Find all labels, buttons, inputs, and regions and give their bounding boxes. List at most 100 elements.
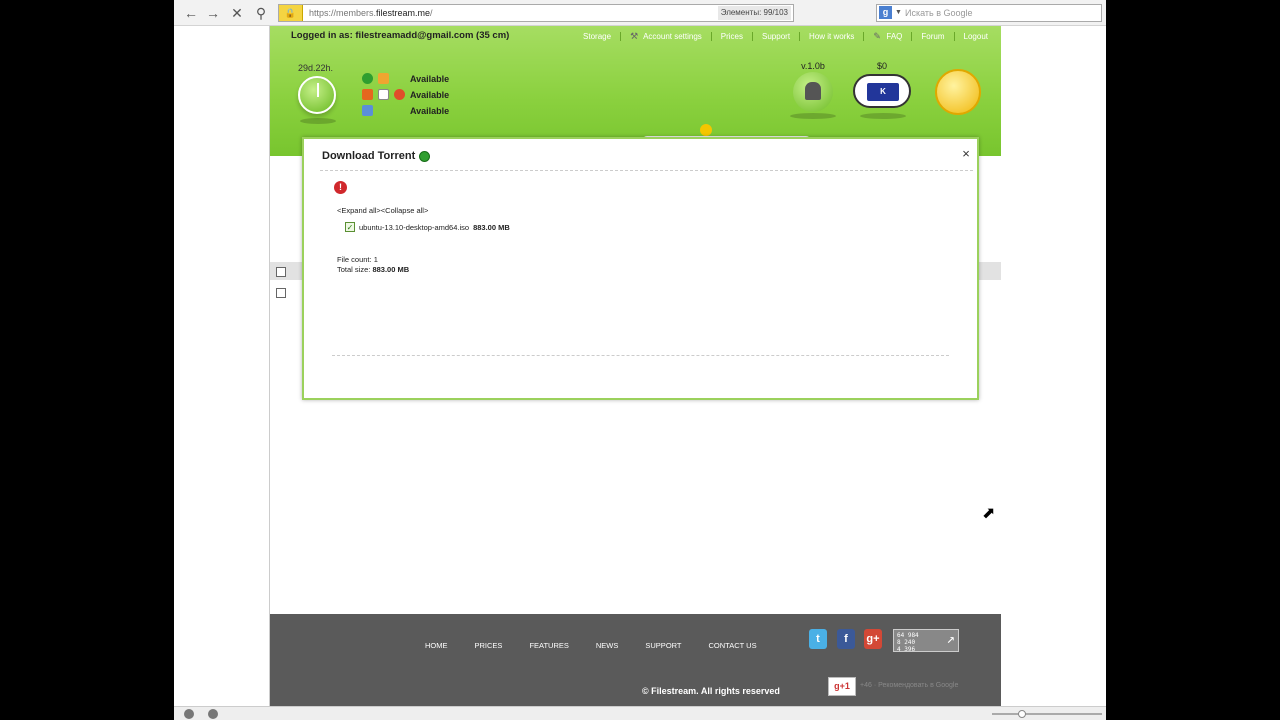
total-size-value: 883.00 MB	[372, 265, 410, 274]
subscription-timer: 29d.22h.	[298, 63, 334, 73]
nav-how-it-works[interactable]: How it works	[799, 32, 863, 41]
nav-support[interactable]: Support	[752, 32, 799, 41]
elements-counter: Элементы: 99/103	[717, 6, 791, 20]
cloud-icon	[362, 105, 373, 116]
dialog-divider-bottom	[332, 355, 949, 356]
payment-card-icon[interactable]: K	[853, 74, 911, 108]
service-status-1: Available	[410, 74, 450, 84]
settings-icon[interactable]	[208, 709, 218, 719]
link-icon	[378, 89, 389, 100]
rss-icon	[394, 89, 405, 100]
clock-icon[interactable]	[298, 76, 336, 114]
dialog-title: Download Torrent	[322, 150, 431, 162]
lock-icon[interactable]: 🔒	[279, 5, 303, 21]
nav-faq[interactable]: ✎ FAQ	[863, 32, 911, 41]
visit-counter: 64 984 8 240 4 396 ↗	[893, 629, 959, 653]
footer-nav: HOME PRICES FEATURES NEWS SUPPORT CONTAC…	[425, 641, 784, 650]
coins-icon[interactable]	[935, 69, 981, 115]
nav-storage[interactable]: Storage	[574, 32, 620, 41]
nav-links: Storage ⚒ Account settings Prices Support…	[574, 32, 997, 41]
forward-arrow-icon[interactable]: →	[204, 4, 222, 22]
zoom-slider[interactable]	[992, 710, 1102, 718]
service-status-2: Available	[410, 90, 450, 100]
collapse-all-link[interactable]: <Collapse all>	[381, 206, 429, 215]
google-plus-one-button[interactable]: g+1	[828, 677, 856, 696]
file-checkbox[interactable]: ✓	[345, 222, 355, 232]
service-status-3: Available	[410, 106, 450, 116]
nav-logout[interactable]: Logout	[953, 32, 997, 41]
zoom-knob[interactable]	[1018, 710, 1026, 718]
android-version: v.1.0b	[801, 61, 825, 71]
ftp-icon	[378, 73, 389, 84]
footer-features-link[interactable]: FEATURES	[529, 641, 568, 650]
lightbulb-icon	[700, 124, 712, 136]
search-input[interactable]: g ▼ Искать в Google	[876, 4, 1102, 22]
row-checkbox[interactable]	[276, 288, 286, 298]
dialog-divider-top	[320, 170, 973, 171]
chevron-down-icon[interactable]: ▼	[895, 5, 902, 21]
file-name: ubuntu-13.10-desktop-amd64.iso	[359, 222, 470, 232]
logged-in-label: Logged in as: filestreamadd@gmail.com (3…	[291, 30, 510, 41]
nav-storage-label: Storage	[583, 32, 612, 41]
google-plus-icon[interactable]: g+	[864, 629, 882, 649]
arrow-icon: ↗	[946, 631, 955, 647]
copyright-text: © Filestream. All rights reserved	[642, 686, 780, 696]
browser-window: ← → ✕ ⚲ 🔒 https://members.filestream.me/…	[174, 0, 1106, 720]
nav-prices[interactable]: Prices	[710, 32, 752, 41]
top-nav: Logged in as: filestreamadd@gmail.com (3…	[270, 26, 1001, 46]
url-text: https://members.filestream.me/	[309, 8, 433, 18]
footer-news-link[interactable]: NEWS	[596, 641, 619, 650]
total-size-label: Total size:	[337, 265, 373, 274]
upload-icon	[362, 89, 373, 100]
file-count-value: 1	[373, 255, 378, 264]
nav-how-it-works-label: How it works	[809, 32, 855, 41]
browser-status-bar	[174, 706, 1106, 720]
nav-prices-label: Prices	[720, 32, 744, 41]
warning-icon: !	[334, 181, 347, 194]
file-count-label: File count:	[337, 255, 374, 264]
android-icon[interactable]	[793, 72, 833, 112]
file-size: 883.00 MB	[473, 222, 510, 232]
google-plus-one-text: +46 · Рекомендовать в Google	[860, 682, 959, 689]
torrent-stats: File count: 1 Total size: 883.00 MB	[337, 255, 409, 275]
expand-all-link[interactable]: <Expand all>	[337, 206, 381, 215]
file-list-item: ✓ ubuntu-13.10-desktop-amd64.iso 883.00 …	[345, 222, 510, 232]
cloud-icon[interactable]	[184, 709, 194, 719]
nav-support-label: Support	[762, 32, 791, 41]
android-shadow	[790, 113, 836, 119]
back-arrow-icon[interactable]: ←	[182, 4, 200, 22]
card-shadow	[860, 113, 906, 119]
footer-support-link[interactable]: SUPPORT	[645, 641, 681, 650]
account-balance: $0	[876, 61, 887, 71]
download-torrent-dialog: Download Torrent × ! <Expand all><Collap…	[302, 137, 979, 400]
nav-faq-label: FAQ	[886, 32, 903, 41]
torrent-icon	[419, 150, 431, 162]
footer-contact-link[interactable]: CONTACT US	[709, 641, 757, 650]
faq-icon: ✎	[873, 31, 881, 41]
nav-logout-label: Logout	[963, 32, 988, 41]
select-all-checkbox[interactable]	[276, 267, 286, 277]
dialog-title-text: Download Torrent	[322, 150, 416, 162]
close-button[interactable]: ×	[959, 146, 973, 161]
site-footer: HOME PRICES FEATURES NEWS SUPPORT CONTAC…	[270, 614, 1001, 706]
close-icon[interactable]: ✕	[228, 4, 246, 22]
expand-collapse-controls: <Expand all><Collapse all>	[337, 206, 428, 215]
torrent-icon	[362, 73, 373, 84]
nav-forum-label: Forum	[921, 32, 945, 41]
twitter-icon[interactable]: t	[809, 629, 827, 649]
nav-forum[interactable]: Forum	[911, 32, 953, 41]
nav-account-settings-label: Account settings	[643, 32, 702, 41]
mouse-cursor-icon: ⬈	[982, 505, 996, 522]
footer-home-link[interactable]: HOME	[425, 641, 448, 650]
nav-account-settings[interactable]: ⚒ Account settings	[620, 32, 711, 41]
facebook-icon[interactable]: f	[837, 629, 855, 649]
key-icon[interactable]: ⚲	[252, 4, 270, 22]
wrench-icon: ⚒	[630, 31, 639, 41]
clock-shadow	[300, 118, 336, 124]
google-icon[interactable]: g	[879, 6, 892, 19]
footer-prices-link[interactable]: PRICES	[475, 641, 503, 650]
counter-line-3: 4 396	[897, 646, 916, 653]
browser-toolbar: ← → ✕ ⚲ 🔒 https://members.filestream.me/…	[174, 0, 1106, 26]
search-placeholder: Искать в Google	[905, 8, 973, 18]
url-bar[interactable]: 🔒 https://members.filestream.me/ Элемент…	[278, 4, 794, 22]
